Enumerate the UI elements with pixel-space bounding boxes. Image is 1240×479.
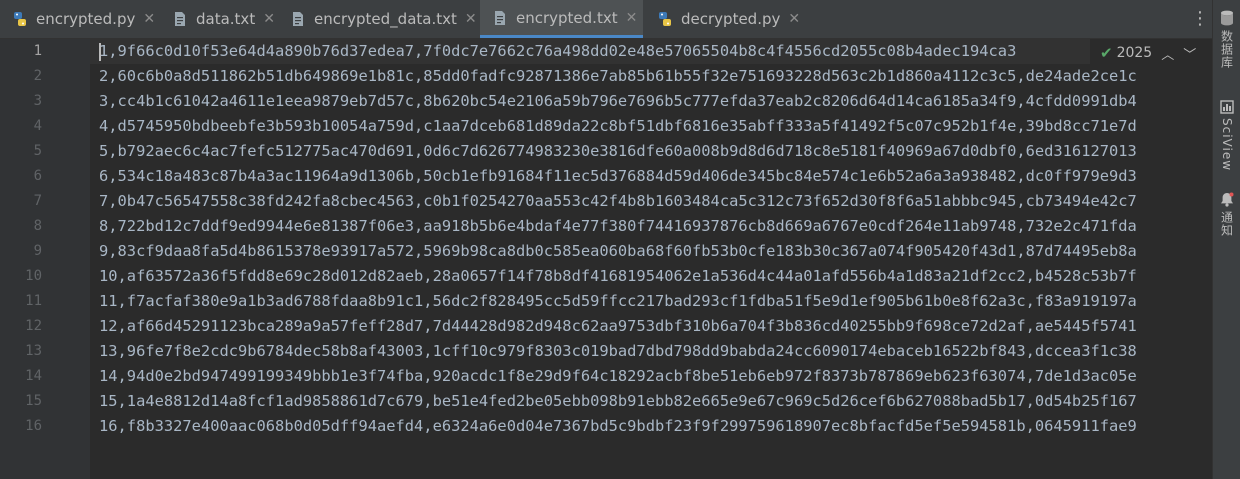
code-line[interactable]: 11,f7acfaf380e9a1b3ad6788fdaa8b91c1,56dc…	[99, 289, 1137, 314]
tab-encrypted-py[interactable]: encrypted.py ✕	[0, 0, 160, 38]
tab-data-txt[interactable]: data.txt ✕	[160, 0, 278, 38]
line-number-gutter: 1 2 3 4 5 6 7 8 9 10 11 12 13 14 15 16	[0, 39, 90, 479]
more-options-icon[interactable]: ⋮	[1190, 9, 1210, 29]
text-file-icon	[492, 10, 508, 26]
close-icon[interactable]: ✕	[626, 10, 638, 26]
right-tool-stripe: 数据库 SciView 通知	[1212, 0, 1240, 479]
line-number: 9	[33, 243, 42, 259]
python-file-icon	[657, 11, 673, 27]
line-number: 6	[33, 168, 42, 184]
code-line[interactable]: 1,9f66c0d10f53e64d4a890b76d37edea7,7f0dc…	[99, 39, 1016, 64]
close-icon[interactable]: ✕	[263, 11, 275, 27]
line-number: 2	[33, 68, 42, 84]
bell-icon	[1221, 192, 1234, 207]
tab-encrypted-txt[interactable]: encrypted.txt ✕	[480, 0, 643, 38]
python-file-icon	[12, 11, 28, 27]
close-icon[interactable]: ✕	[465, 11, 477, 27]
text-file-icon	[290, 11, 306, 27]
inspection-widget[interactable]: ✔ 2025 ︿ ﹀	[1090, 39, 1212, 67]
line-number: 13	[25, 343, 42, 359]
line-number: 5	[33, 143, 42, 159]
code-line[interactable]: 12,af66d45291123bca289a9a57feff28d7,7d44…	[99, 314, 1137, 339]
tab-label: data.txt	[196, 10, 256, 28]
stripe-label: SciView	[1220, 118, 1234, 172]
code-editor[interactable]: 1,9f66c0d10f53e64d4a890b76d37edea7,7f0dc…	[90, 39, 1212, 479]
code-line[interactable]: 8,722bd12c7ddf9ed9944e6e81387f06e3,aa918…	[99, 214, 1137, 239]
next-highlight-icon[interactable]: ﹀	[1183, 44, 1196, 63]
tab-label: encrypted.py	[36, 10, 136, 28]
code-line[interactable]: 7,0b47c56547558c38fd242fa8cbec4563,c0b1f…	[99, 189, 1137, 214]
code-line[interactable]: 6,534c18a483c87b4a3ac11964a9d1306b,50cb1…	[99, 164, 1137, 189]
previous-highlight-icon[interactable]: ︿	[1161, 44, 1174, 63]
code-line[interactable]: 5,b792aec6c4ac7fefc512775ac470d691,0d6c7…	[99, 139, 1137, 164]
tab-label: encrypted_data.txt	[314, 10, 457, 28]
code-line[interactable]: 10,af63572a36f5fdd8e69c28d012d82aeb,28a0…	[99, 264, 1137, 289]
line-number: 1	[33, 43, 42, 59]
line-number: 12	[25, 318, 42, 334]
code-line[interactable]: 9,83cf9daa8fa5d4b8615378e93917a572,5969b…	[99, 239, 1137, 264]
line-number: 3	[33, 93, 42, 109]
code-line[interactable]: 13,96fe7f8e2cdc9b6784dec58b8af43003,1cff…	[99, 339, 1137, 364]
code-line[interactable]: 15,1a4e8812d14a8fcf1ad9858861d7c679,be51…	[99, 389, 1137, 414]
tab-label: encrypted.txt	[516, 8, 618, 27]
line-number: 7	[33, 193, 42, 209]
code-line[interactable]: 2,60c6b0a8d511862b51db649869e1b81c,85dd0…	[99, 64, 1137, 89]
database-icon	[1221, 10, 1233, 26]
line-number: 15	[25, 393, 42, 409]
close-icon[interactable]: ✕	[788, 11, 800, 27]
sciview-tool-button[interactable]: SciView	[1217, 100, 1237, 171]
sciview-icon	[1220, 100, 1234, 114]
stripe-label: 数据库	[1219, 30, 1234, 69]
line-number: 14	[25, 368, 42, 384]
code-line[interactable]: 3,cc4b1c61042a4611e1eea9879eb7d57c,8b620…	[99, 89, 1137, 114]
line-number: 10	[25, 268, 42, 284]
line-number: 8	[33, 218, 42, 234]
notifications-tool-button[interactable]: 通知	[1217, 192, 1237, 237]
editor-tab-bar: encrypted.py ✕ data.txt ✕ encrypted_data…	[0, 0, 1212, 39]
database-tool-button[interactable]: 数据库	[1217, 10, 1237, 69]
line-number: 11	[25, 293, 42, 309]
text-file-icon	[172, 11, 188, 27]
tab-decrypted-py[interactable]: decrypted.py ✕	[645, 0, 805, 38]
code-line[interactable]: 16,f8b3327e400aac068b0d05dff94aefd4,e632…	[99, 414, 1137, 439]
inspection-count: 2025	[1116, 45, 1153, 61]
tab-encrypted-data-txt[interactable]: encrypted_data.txt ✕	[278, 0, 478, 38]
code-line[interactable]: 14,94d0e2bd947499199349bbb1e3f74fba,920a…	[99, 364, 1137, 389]
check-icon: ✔	[1100, 44, 1113, 62]
stripe-label: 通知	[1219, 211, 1234, 237]
tab-label: decrypted.py	[681, 10, 781, 28]
line-number: 4	[33, 118, 42, 134]
code-line[interactable]: 4,d5745950bdbeebfe3b593b10054a759d,c1aa7…	[99, 114, 1137, 139]
line-number: 16	[25, 418, 42, 434]
close-icon[interactable]: ✕	[143, 11, 155, 27]
